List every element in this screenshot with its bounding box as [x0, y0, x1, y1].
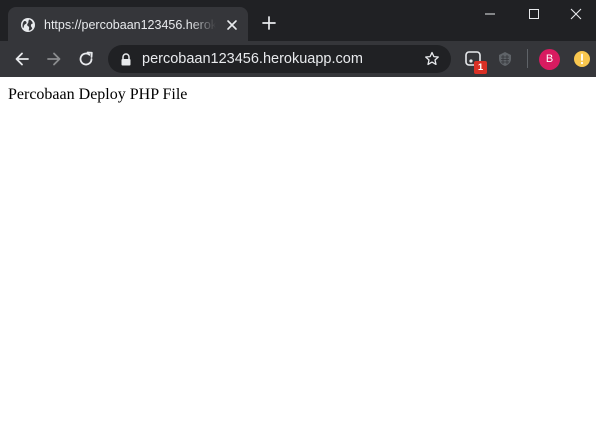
bookmark-star-icon[interactable] — [424, 51, 440, 67]
close-tab-icon[interactable] — [224, 17, 240, 33]
address-bar[interactable]: percobaan123456.herokuapp.com — [108, 45, 451, 73]
minimize-button[interactable] — [468, 0, 512, 28]
back-arrow-icon[interactable] — [13, 50, 31, 68]
maximize-button[interactable] — [512, 0, 556, 28]
minimize-icon — [485, 13, 495, 15]
globe-icon — [21, 18, 35, 32]
reload-icon[interactable] — [77, 50, 95, 68]
maximize-icon — [529, 9, 539, 19]
browser-toolbar: percobaan123456.herokuapp.com — [0, 41, 596, 77]
browser-titlebar: https://percobaan123456.herokuapp.com — [0, 0, 596, 41]
shield-extension-icon[interactable] — [496, 50, 514, 68]
page-content: Percobaan Deploy PHP File — [0, 77, 596, 434]
close-window-button[interactable] — [556, 0, 596, 28]
profile-avatar[interactable]: B — [539, 49, 560, 70]
toolbar-divider — [527, 49, 528, 68]
extension-badge: 1 — [474, 61, 487, 74]
close-window-icon — [570, 8, 582, 20]
browser-tab[interactable]: https://percobaan123456.herokuapp.com — [8, 7, 248, 41]
update-alert-icon[interactable] — [573, 50, 591, 68]
tab-title: https://percobaan123456.herokuapp.com — [44, 18, 216, 32]
url-text[interactable]: percobaan123456.herokuapp.com — [142, 50, 363, 68]
forward-arrow-icon[interactable] — [45, 50, 63, 68]
new-tab-icon[interactable] — [261, 15, 277, 31]
lock-icon[interactable] — [120, 53, 132, 66]
page-text: Percobaan Deploy PHP File — [8, 86, 188, 103]
